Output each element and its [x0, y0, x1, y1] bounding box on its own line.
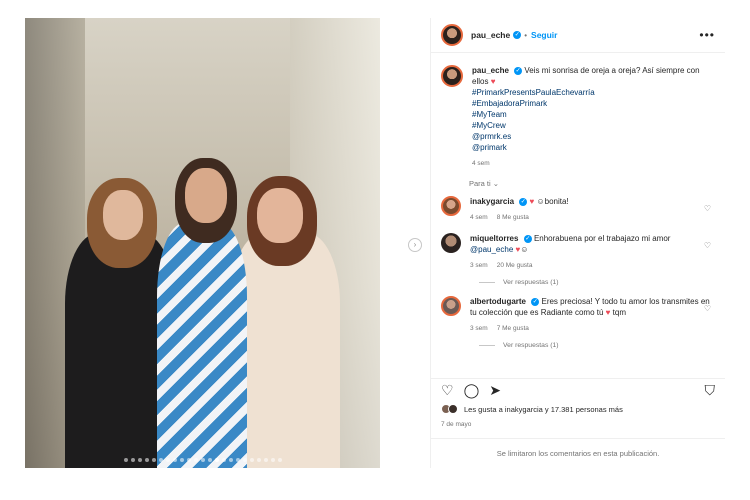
post-photo[interactable]: [25, 18, 380, 468]
hashtag-link[interactable]: #MyCrew: [472, 120, 715, 131]
verified-icon: ✓: [531, 297, 540, 306]
commenter-avatar[interactable]: [441, 296, 461, 316]
chevron-down-icon: ⌄: [492, 179, 500, 188]
more-horizontal-icon[interactable]: •••: [699, 28, 715, 42]
like-comment-icon[interactable]: ♡: [704, 304, 711, 313]
liker-avatar: [448, 404, 458, 414]
person-left-face: [103, 190, 143, 240]
comment-username[interactable]: miqueltorres: [470, 234, 518, 243]
commenter-avatar[interactable]: [441, 233, 461, 253]
comment-row: albertodugarte ✓ Eres preciosa! Y todo t…: [441, 296, 715, 334]
caption-time[interactable]: 4 sem: [472, 160, 490, 167]
mention-link[interactable]: @prmrk.es: [472, 131, 715, 142]
comment-text: bonita!: [544, 197, 569, 206]
person-center-body: [157, 223, 247, 468]
smile-emoji-icon: ☺: [536, 197, 545, 206]
share-send-icon[interactable]: ➤: [489, 383, 501, 397]
author-avatar[interactable]: [441, 24, 463, 46]
heart-emoji-icon: ♥: [605, 308, 611, 317]
comment-text-end: tqm: [612, 308, 626, 317]
comment-likes[interactable]: 8 Me gusta: [497, 214, 529, 221]
view-replies-button[interactable]: Ver respuestas (1): [479, 342, 715, 349]
comment-time[interactable]: 4 sem: [470, 214, 488, 221]
post-panel: pau_eche ✓ • Seguir ••• pau_eche ✓ Veis …: [430, 18, 725, 468]
comment-row: inakygarcia ✓ ♥ ☺bonita! 4 sem 8 Me gusta…: [441, 196, 715, 223]
comment-bubble-icon[interactable]: ◯: [464, 383, 480, 397]
comments-limited-notice: Se limitaron los comentarios en esta pub…: [431, 438, 725, 468]
verified-icon: ✓: [523, 234, 532, 243]
like-comment-icon[interactable]: ♡: [704, 241, 711, 250]
heart-emoji-icon: ♥: [490, 77, 496, 86]
comment-likes[interactable]: 7 Me gusta: [497, 325, 529, 332]
like-heart-icon[interactable]: ♡: [441, 383, 454, 397]
mention-link[interactable]: @primark: [472, 142, 715, 153]
carousel-dots: [25, 458, 380, 462]
verified-icon: ✓: [514, 66, 523, 75]
commenter-avatar[interactable]: [441, 196, 461, 216]
hashtag-link[interactable]: #MyTeam: [472, 109, 715, 120]
view-replies-button[interactable]: Ver respuestas (1): [479, 279, 715, 286]
author-username[interactable]: pau_eche: [471, 30, 510, 40]
comment-time[interactable]: 3 sem: [470, 262, 488, 269]
comment-username[interactable]: albertodugarte: [470, 297, 526, 306]
para-ti-filter[interactable]: Para ti ⌄: [469, 179, 715, 188]
comments-section: pau_eche ✓ Veis mi sonrisa de oreja a or…: [431, 53, 725, 378]
comment-time[interactable]: 3 sem: [470, 325, 488, 332]
likes-text: Les gusta a inakygarcia y 17.381 persona…: [464, 404, 623, 414]
mention-link[interactable]: @pau_eche: [470, 245, 513, 254]
comment-text: Enhorabuena por el trabajazo mi amor: [533, 234, 671, 243]
author-avatar[interactable]: [441, 65, 463, 87]
bookmark-icon[interactable]: ⛉: [705, 383, 716, 397]
likes-summary[interactable]: Les gusta a inakygarcia y 17.381 persona…: [441, 404, 623, 414]
hashtag-link[interactable]: #PrimarkPresentsPaulaEchevarría: [472, 87, 715, 98]
comment-username[interactable]: inakygarcia: [470, 197, 514, 206]
post-header: pau_eche ✓ • Seguir •••: [431, 18, 725, 53]
verified-icon: ✓: [519, 197, 528, 206]
comment-row: miqueltorres ✓ Enhorabuena por el trabaj…: [441, 233, 715, 271]
person-right-face: [257, 188, 303, 243]
heart-emoji-icon: ♥: [529, 197, 535, 206]
like-comment-icon[interactable]: ♡: [704, 204, 711, 213]
verified-icon: ✓: [513, 31, 522, 39]
kiss-emoji-icon: ☺: [520, 245, 529, 254]
action-bar: ♡ ◯ ➤ ⛉: [431, 378, 725, 400]
post-date[interactable]: 7 de mayo: [441, 421, 471, 428]
separator-dot: •: [524, 30, 528, 40]
hashtag-link[interactable]: #EmbajadoraPrimark: [472, 98, 715, 109]
caption-row: pau_eche ✓ Veis mi sonrisa de oreja a or…: [441, 65, 715, 169]
comment-likes[interactable]: 20 Me gusta: [497, 262, 533, 269]
carousel-next-icon[interactable]: ›: [408, 238, 422, 252]
follow-button[interactable]: Seguir: [531, 30, 557, 40]
person-center-face: [185, 168, 227, 223]
caption-username[interactable]: pau_eche: [472, 66, 509, 75]
